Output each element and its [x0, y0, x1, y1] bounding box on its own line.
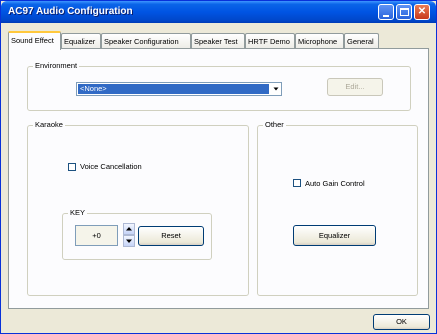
tab-speaker-configuration[interactable]: Speaker Configuration: [101, 33, 191, 49]
tab-hrtf-demo[interactable]: HRTF Demo: [245, 33, 295, 49]
maximize-icon: [400, 8, 409, 16]
equalizer-button[interactable]: Equalizer: [293, 225, 376, 246]
environment-select[interactable]: <None>: [76, 82, 282, 96]
key-spinner[interactable]: [123, 223, 135, 247]
title-bar[interactable]: AC97 Audio Configuration ✕: [1, 1, 436, 23]
karaoke-group-label: Karaoke: [33, 120, 65, 130]
minimize-icon: [383, 15, 389, 17]
chevron-down-icon[interactable]: [270, 84, 280, 94]
spin-down-button[interactable]: [123, 235, 135, 247]
maximize-button[interactable]: [396, 4, 412, 20]
arrow-up-icon: [126, 227, 132, 231]
tab-panel-sound-effect: Environment <None> Edit... Karaoke Voice…: [8, 48, 429, 309]
other-group: Other: [257, 120, 418, 296]
voice-cancellation-checkbox[interactable]: [68, 163, 76, 171]
arrow-down-icon: [126, 239, 132, 243]
close-button[interactable]: ✕: [414, 4, 430, 20]
tab-microphone[interactable]: Microphone: [295, 33, 344, 49]
tab-equalizer[interactable]: Equalizer: [61, 33, 101, 49]
karaoke-group: Karaoke: [27, 120, 249, 296]
tab-sound-effect[interactable]: Sound Effect: [8, 31, 61, 50]
minimize-button[interactable]: [378, 4, 394, 20]
edit-button[interactable]: Edit...: [327, 78, 383, 96]
environment-selected-value: <None>: [78, 84, 269, 94]
close-icon: ✕: [417, 6, 427, 17]
voice-cancellation-label[interactable]: Voice Cancellation: [80, 162, 142, 171]
auto-gain-label[interactable]: Auto Gain Control: [305, 179, 365, 188]
reset-button[interactable]: Reset: [138, 226, 204, 246]
spin-up-button[interactable]: [123, 223, 135, 235]
ok-button[interactable]: OK: [373, 314, 430, 330]
environment-group-label: Environment: [33, 61, 80, 71]
key-value-field[interactable]: +0: [75, 225, 118, 246]
key-group-label: KEY: [68, 208, 88, 218]
auto-gain-checkbox[interactable]: [293, 179, 301, 187]
other-group-label: Other: [263, 120, 286, 130]
tab-speaker-test[interactable]: Speaker Test: [191, 33, 245, 49]
window-title: AC97 Audio Configuration: [8, 6, 133, 17]
dialog-window: AC97 Audio Configuration ✕ Sound Effect …: [0, 0, 437, 334]
tab-general[interactable]: General: [344, 33, 379, 49]
